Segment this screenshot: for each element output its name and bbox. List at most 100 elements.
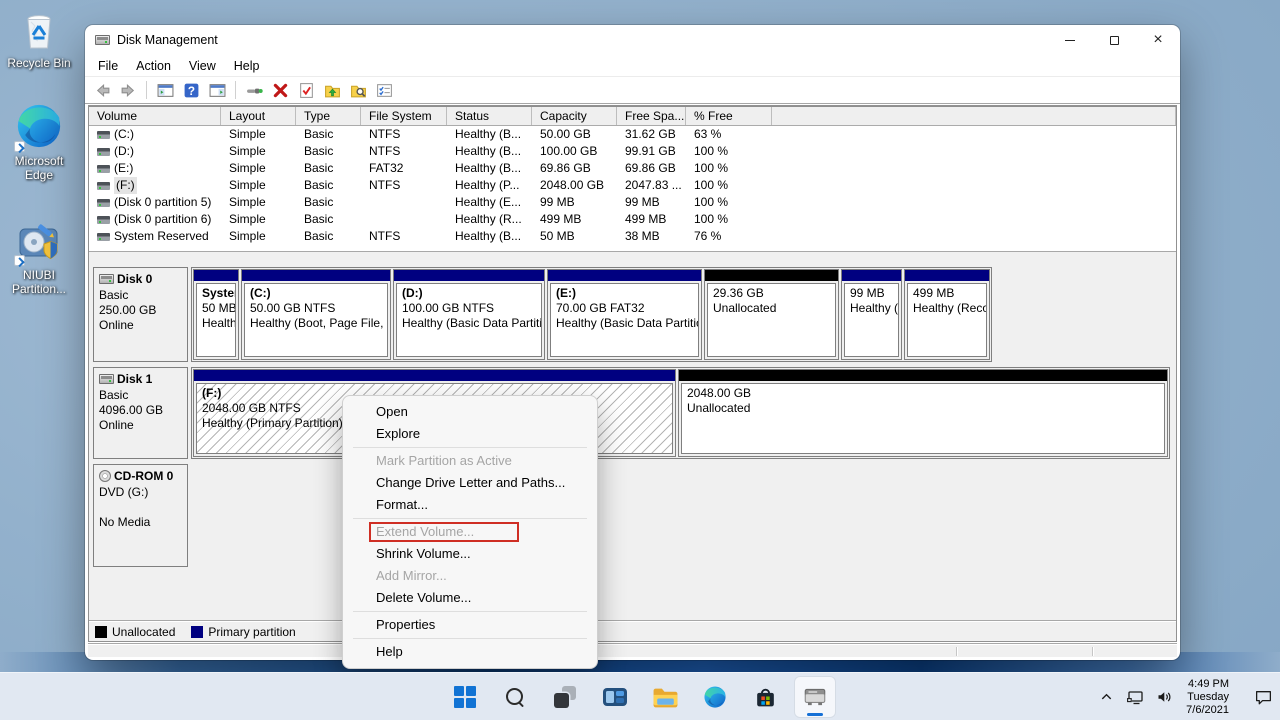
disk-info-line bbox=[99, 500, 182, 515]
network-icon[interactable] bbox=[1124, 683, 1146, 711]
menu-separator bbox=[353, 518, 587, 519]
window-title: Disk Management bbox=[117, 33, 218, 47]
delete-button[interactable] bbox=[269, 79, 291, 101]
folder-find-button[interactable] bbox=[347, 79, 369, 101]
help-button[interactable]: ? bbox=[180, 79, 202, 101]
volume-icon[interactable] bbox=[1153, 683, 1175, 711]
column-header[interactable]: % Free bbox=[686, 107, 772, 125]
volume-row[interactable]: (F:)SimpleBasicNTFSHealthy (P...2048.00 … bbox=[89, 177, 1176, 194]
minimize-button[interactable] bbox=[1048, 25, 1092, 55]
desktop-icon-niubi-partition[interactable]: NIUBI Partition... bbox=[0, 218, 78, 296]
partition[interactable]: 29.36 GBUnallocated bbox=[704, 269, 839, 360]
folder-up-button[interactable] bbox=[321, 79, 343, 101]
show-console-tree-button[interactable] bbox=[154, 79, 176, 101]
taskbar-clock[interactable]: 4:49 PM Tuesday 7/6/2021 bbox=[1182, 678, 1233, 717]
partition-body[interactable]: (C:)50.00 GB NTFSHealthy (Boot, Page Fil… bbox=[244, 283, 388, 357]
disk-management-taskbar-button[interactable] bbox=[795, 677, 835, 717]
partition-body[interactable]: 99 MBHealthy ( bbox=[844, 283, 899, 357]
partition-body[interactable]: (E:)70.00 GB FAT32Healthy (Basic Data Pa… bbox=[550, 283, 699, 357]
volume-icon bbox=[97, 148, 110, 156]
maximize-button[interactable] bbox=[1092, 25, 1136, 55]
store-button[interactable] bbox=[745, 677, 785, 717]
disk-label-panel[interactable]: CD-ROM 0DVD (G:) No Media bbox=[93, 464, 188, 567]
shortcut-arrow-icon bbox=[14, 255, 25, 266]
partition-body[interactable]: System50 MB NHealthy bbox=[196, 283, 236, 357]
menu-item-format[interactable]: Format... bbox=[343, 494, 597, 516]
volume-row[interactable]: System ReservedSimpleBasicNTFSHealthy (B… bbox=[89, 228, 1176, 245]
start-button[interactable] bbox=[445, 677, 485, 717]
volume-row[interactable]: (Disk 0 partition 6)SimpleBasicHealthy (… bbox=[89, 211, 1176, 228]
menu-item-help[interactable]: Help bbox=[343, 641, 597, 663]
partition-body[interactable]: 499 MBHealthy (Reco bbox=[907, 283, 987, 357]
volume-cell: Simple bbox=[221, 228, 296, 245]
notification-center-icon[interactable] bbox=[1252, 683, 1274, 711]
partition[interactable]: (D:)100.00 GB NTFSHealthy (Basic Data Pa… bbox=[393, 269, 545, 360]
widgets-button[interactable] bbox=[595, 677, 635, 717]
clock-date: 7/6/2021 bbox=[1186, 704, 1229, 717]
menubar-item-file[interactable]: File bbox=[89, 55, 127, 77]
properties-list-button[interactable] bbox=[373, 79, 395, 101]
partition-strip: System50 MB NHealthy(C:)50.00 GB NTFSHea… bbox=[191, 267, 992, 362]
volume-cell: 99.91 GB bbox=[617, 143, 686, 160]
volume-cell: System Reserved bbox=[89, 228, 221, 245]
volume-row[interactable]: (D:)SimpleBasicNTFSHealthy (B...100.00 G… bbox=[89, 143, 1176, 160]
volume-cell: Basic bbox=[296, 211, 361, 228]
legend-swatch bbox=[191, 626, 203, 638]
back-button[interactable] bbox=[91, 79, 113, 101]
menu-item-shrink-volume[interactable]: Shrink Volume... bbox=[343, 543, 597, 565]
column-header[interactable]: File System bbox=[361, 107, 447, 125]
partition[interactable]: 99 MBHealthy ( bbox=[841, 269, 902, 360]
partition[interactable]: (E:)70.00 GB FAT32Healthy (Basic Data Pa… bbox=[547, 269, 702, 360]
menubar-item-view[interactable]: View bbox=[180, 55, 225, 77]
partition-text-line: 99 MB bbox=[850, 286, 893, 301]
action-tool-button[interactable] bbox=[243, 79, 265, 101]
partition-body[interactable]: 29.36 GBUnallocated bbox=[707, 283, 836, 357]
disk-label-panel[interactable]: Disk 0Basic250.00 GBOnline bbox=[93, 267, 188, 362]
menu-item-delete-volume[interactable]: Delete Volume... bbox=[343, 587, 597, 609]
column-header[interactable]: Capacity bbox=[532, 107, 617, 125]
menu-item-explore[interactable]: Explore bbox=[343, 423, 597, 445]
partition-text-line: (D:) bbox=[402, 286, 536, 301]
desktop-icon-microsoft-edge[interactable]: Microsoft Edge bbox=[0, 100, 78, 182]
menubar-item-action[interactable]: Action bbox=[127, 55, 180, 77]
volume-row[interactable]: (E:)SimpleBasicFAT32Healthy (B...69.86 G… bbox=[89, 160, 1176, 177]
partition-text-line: Healthy (Reco bbox=[913, 301, 981, 316]
volume-cell: 100.00 GB bbox=[532, 143, 617, 160]
edge-button[interactable] bbox=[695, 677, 735, 717]
volume-cell: 499 MB bbox=[617, 211, 686, 228]
column-header[interactable]: Volume bbox=[89, 107, 221, 125]
show-action-pane-button[interactable] bbox=[206, 79, 228, 101]
taskbar: 4:49 PM Tuesday 7/6/2021 bbox=[0, 672, 1280, 720]
partition[interactable]: 2048.00 GBUnallocated bbox=[678, 369, 1168, 457]
volume-row[interactable]: (Disk 0 partition 5)SimpleBasicHealthy (… bbox=[89, 194, 1176, 211]
partition[interactable]: 499 MBHealthy (Reco bbox=[904, 269, 990, 360]
column-header[interactable]: Status bbox=[447, 107, 532, 125]
volume-cell: Healthy (B... bbox=[447, 126, 532, 143]
volume-cell: 2048.00 GB bbox=[532, 177, 617, 194]
task-view-button[interactable] bbox=[545, 677, 585, 717]
volume-row[interactable]: (C:)SimpleBasicNTFSHealthy (B...50.00 GB… bbox=[89, 126, 1176, 143]
partition-text-line: 50 MB N bbox=[202, 301, 230, 316]
file-explorer-button[interactable] bbox=[645, 677, 685, 717]
close-button[interactable]: × bbox=[1136, 25, 1180, 55]
forward-button[interactable] bbox=[117, 79, 139, 101]
column-header[interactable] bbox=[772, 107, 1176, 125]
menubar-item-help[interactable]: Help bbox=[225, 55, 269, 77]
partition-body[interactable]: 2048.00 GBUnallocated bbox=[681, 383, 1165, 454]
partition[interactable]: System50 MB NHealthy bbox=[193, 269, 239, 360]
tray-chevron-up-icon[interactable] bbox=[1095, 683, 1117, 711]
column-header[interactable]: Type bbox=[296, 107, 361, 125]
partition[interactable]: (C:)50.00 GB NTFSHealthy (Boot, Page Fil… bbox=[241, 269, 391, 360]
titlebar[interactable]: Disk Management × bbox=[85, 25, 1180, 55]
graphical-view: Disk 0Basic250.00 GBOnlineSystem50 MB NH… bbox=[89, 252, 1176, 567]
menu-item-properties[interactable]: Properties bbox=[343, 614, 597, 636]
search-button[interactable] bbox=[495, 677, 535, 717]
column-header[interactable]: Free Spa... bbox=[617, 107, 686, 125]
commit-check-button[interactable] bbox=[295, 79, 317, 101]
column-header[interactable]: Layout bbox=[221, 107, 296, 125]
menu-item-change-drive-letter-and-paths[interactable]: Change Drive Letter and Paths... bbox=[343, 472, 597, 494]
menu-item-open[interactable]: Open bbox=[343, 401, 597, 423]
partition-body[interactable]: (D:)100.00 GB NTFSHealthy (Basic Data Pa… bbox=[396, 283, 542, 357]
disk-label-panel[interactable]: Disk 1Basic4096.00 GBOnline bbox=[93, 367, 188, 459]
desktop-icon-recycle-bin[interactable]: Recycle Bin bbox=[0, 6, 78, 70]
